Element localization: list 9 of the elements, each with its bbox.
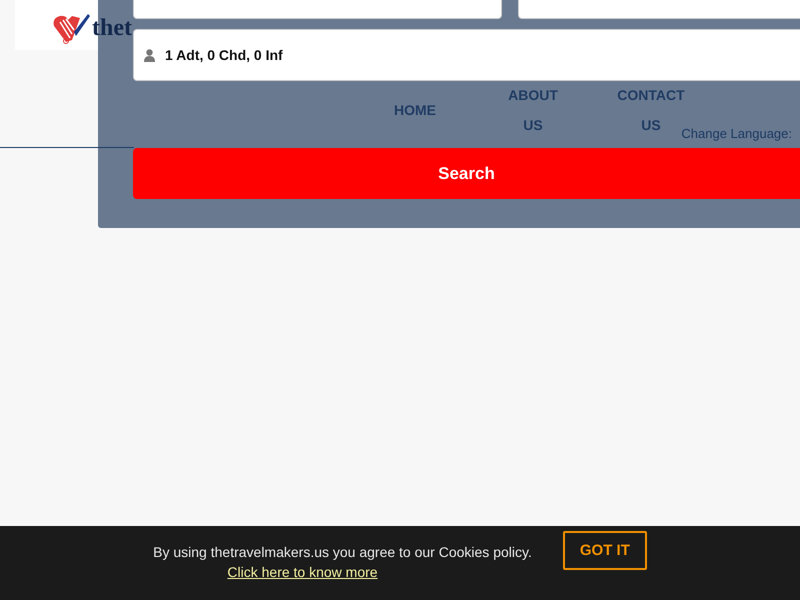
language-label: Change Language: <box>681 126 792 141</box>
got-it-button[interactable]: GOT IT <box>562 531 647 570</box>
cookie-message: By using thetravelmakers.us you agree to our Cookies policy. <box>153 544 532 560</box>
nav-link[interactable]: ABOUT US <box>498 80 568 140</box>
person-icon <box>144 48 155 62</box>
nav-link[interactable]: HOME <box>380 95 450 125</box>
passenger-field[interactable]: 1 Adt, 0 Chd, 0 Inf <box>133 29 800 81</box>
know-more-link[interactable]: Click here to know more <box>227 564 378 580</box>
search-button[interactable]: Search <box>133 148 800 199</box>
